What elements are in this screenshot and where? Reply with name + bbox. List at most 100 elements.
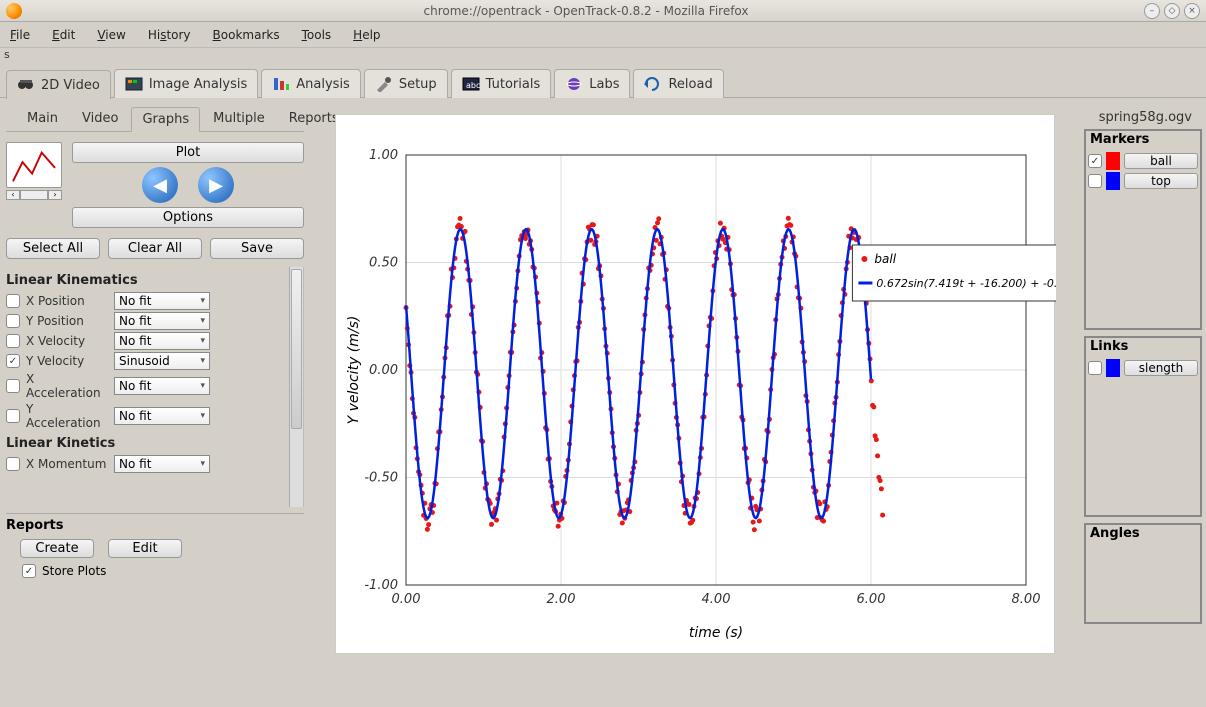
filename-label: spring58g.ogv [1084,106,1202,129]
color-swatch [1106,152,1120,170]
edit-report-button[interactable]: Edit [108,539,182,558]
chart-type-icon[interactable] [6,142,62,188]
subtab-main[interactable]: Main [16,106,69,131]
window-title: chrome://opentrack - OpenTrack-0.8.2 - M… [32,4,1140,18]
linear-kinematics-heading: Linear Kinematics [6,273,303,288]
select-all-button[interactable]: Select All [6,238,100,259]
fit-select[interactable]: No fit▾ [114,332,210,350]
tab-label: Reload [668,77,712,92]
kin-checkbox[interactable] [6,334,20,348]
fit-select[interactable]: No fit▾ [114,377,210,395]
fit-select[interactable]: No fit▾ [114,455,210,473]
svg-text:Y velocity (m/s): Y velocity (m/s) [346,316,362,425]
tab-image-analysis[interactable]: Image Analysis [114,69,258,98]
fit-select[interactable]: No fit▾ [114,312,210,330]
color-swatch [1106,359,1120,377]
kin-label: X Momentum [26,457,108,471]
angles-panel: Angles [1084,523,1202,624]
reload-icon [644,76,662,92]
svg-text:time (s): time (s) [689,625,743,641]
subtab-multiple[interactable]: Multiple [202,106,276,131]
chart-type-scroll[interactable]: ‹› [6,190,62,200]
kin-checkbox[interactable] [6,409,20,423]
markers-panel: Markers ball top [1084,129,1202,330]
reports-heading: Reports [6,516,304,539]
kin-label: X Position [26,294,108,308]
marker-checkbox[interactable] [1088,174,1102,188]
save-button[interactable]: Save [210,238,304,259]
markers-heading: Markers [1086,131,1200,148]
plot-button[interactable]: Plot [72,142,304,163]
svg-text:-0.50: -0.50 [364,471,398,486]
fit-select[interactable]: No fit▾ [114,407,210,425]
links-heading: Links [1086,338,1200,355]
kin-checkbox[interactable] [6,294,20,308]
kin-label: Y Acceleration [26,402,108,430]
tab-setup[interactable]: Setup [364,69,448,98]
svg-text:ball: ball [874,252,896,266]
marker-checkbox[interactable] [1088,154,1102,168]
tab-tutorials[interactable]: abc Tutorials [451,69,552,98]
close-button[interactable]: × [1184,3,1200,19]
svg-text:0.00: 0.00 [369,363,398,378]
create-report-button[interactable]: Create [20,539,94,558]
menu-help[interactable]: Help [353,28,380,42]
tab-reload[interactable]: Reload [633,69,723,98]
svg-text:0.672sin(7.419t + -16.200) + -: 0.672sin(7.419t + -16.200) + -0.017 [876,277,1056,290]
tab-analysis[interactable]: Analysis [261,69,361,98]
tutorials-icon: abc [462,76,480,92]
svg-text:0.00: 0.00 [392,592,421,607]
clear-all-button[interactable]: Clear All [108,238,202,259]
kin-checkbox[interactable] [6,379,20,393]
marker-button[interactable]: slength [1124,360,1198,376]
kin-checkbox[interactable] [6,457,20,471]
subtab-graphs[interactable]: Graphs [131,107,200,132]
prev-button[interactable]: ◀ [142,167,178,203]
maximize-button[interactable]: ◇ [1164,3,1180,19]
tab-label: Analysis [296,77,350,92]
options-button[interactable]: Options [72,207,304,228]
kin-label: Y Position [26,314,108,328]
image-icon [125,76,143,92]
kinematics-scrollbar[interactable] [289,267,303,507]
menu-view[interactable]: View [97,28,125,42]
kin-label: X Velocity [26,334,108,348]
next-button[interactable]: ▶ [198,167,234,203]
svg-text:0.50: 0.50 [369,256,398,271]
menu-history[interactable]: History [148,28,191,42]
subtab-video[interactable]: Video [71,106,129,131]
svg-text:4.00: 4.00 [702,592,731,607]
setup-icon [375,76,393,92]
kin-checkbox[interactable] [6,314,20,328]
menu-edit[interactable]: Edit [52,28,75,42]
analysis-icon [272,76,290,92]
marker-button[interactable]: ball [1124,153,1198,169]
marker-checkbox[interactable] [1088,361,1102,375]
store-plots-label: Store Plots [42,564,106,578]
svg-text:2.00: 2.00 [547,592,576,607]
svg-text:8.00: 8.00 [1012,592,1041,607]
menu-tools[interactable]: Tools [302,28,332,42]
svg-text:abc: abc [466,81,480,90]
tab-label: 2D Video [41,78,100,93]
linear-kinetics-heading: Linear Kinetics [6,436,303,451]
store-plots-checkbox[interactable] [22,564,36,578]
tab-labs[interactable]: Labs [554,69,630,98]
labs-icon [565,76,583,92]
marker-button[interactable]: top [1124,173,1198,189]
fit-select[interactable]: Sinusoid▾ [114,352,210,370]
minimize-button[interactable]: – [1144,3,1160,19]
kin-label: X Acceleration [26,372,108,400]
main-toolbar: 2D Video Image Analysis Analysis Setup a… [0,61,1206,98]
menu-bookmarks[interactable]: Bookmarks [213,28,280,42]
kin-label: Y Velocity [26,354,108,368]
tab-2d-video[interactable]: 2D Video [6,70,111,99]
tab-label: Tutorials [486,77,541,92]
svg-text:6.00: 6.00 [857,592,886,607]
menu-file[interactable]: File [10,28,30,42]
fit-select[interactable]: No fit▾ [114,292,210,310]
menu-bar: File Edit View History Bookmarks Tools H… [0,22,1206,48]
kin-checkbox[interactable] [6,354,20,368]
tab-label: Setup [399,77,437,92]
tab-label: Image Analysis [149,77,247,92]
